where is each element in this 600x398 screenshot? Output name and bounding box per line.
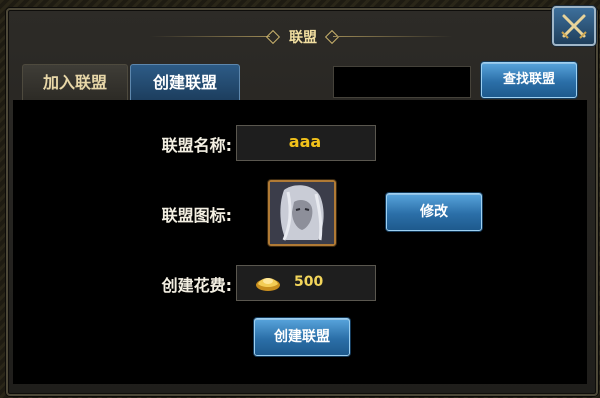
tab-join-guild[interactable]: 加入联盟 <box>22 64 128 102</box>
close-button[interactable] <box>552 6 596 46</box>
guild-name-value: aaa <box>288 132 322 151</box>
creation-cost-value: 500 <box>294 274 324 290</box>
create-guild-button[interactable]: 创建联盟 <box>254 318 350 356</box>
guild-emblem-icon <box>268 180 336 246</box>
title-ornament-left <box>150 36 270 37</box>
dialog-title: 联盟 <box>289 30 317 46</box>
modify-icon-button[interactable]: 修改 <box>386 193 482 231</box>
tab-create-guild[interactable]: 创建联盟 <box>130 64 240 102</box>
guild-icon-label: 联盟图标: <box>161 206 232 225</box>
guild-name-label: 联盟名称: <box>161 136 232 155</box>
gold-ingot-icon <box>256 278 280 291</box>
title-ornament-right <box>333 36 453 37</box>
creation-cost-label: 创建花费: <box>161 276 232 295</box>
close-swords-icon <box>561 14 587 39</box>
guild-search-input[interactable] <box>333 66 471 98</box>
search-guild-button[interactable]: 查找联盟 <box>481 62 577 98</box>
